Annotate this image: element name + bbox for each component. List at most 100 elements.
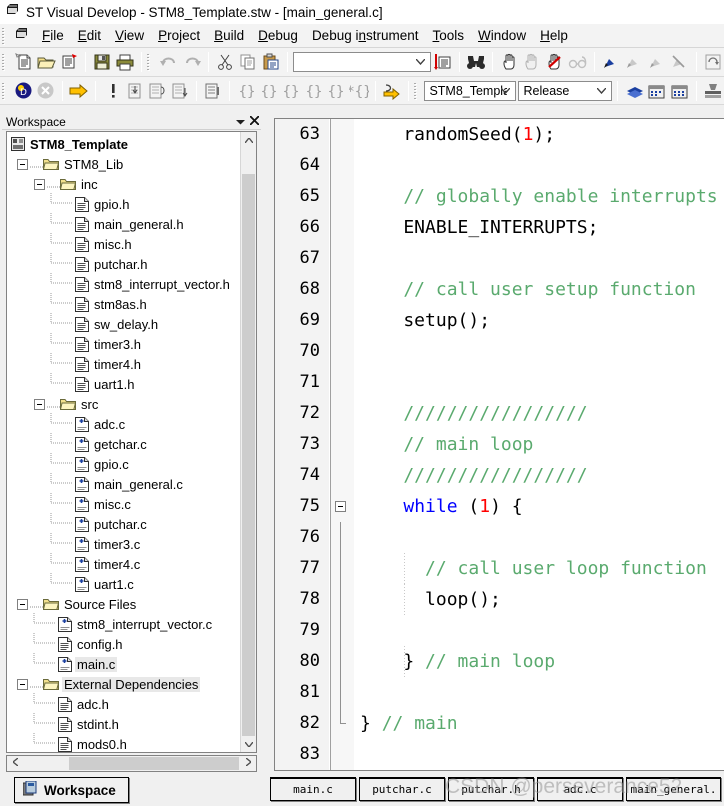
code-line[interactable]: 74 ///////////////// [275,460,724,491]
code-line[interactable]: 65 // globally enable interrupts [275,181,724,212]
code-text[interactable]: ///////////////// [354,460,724,491]
open-folder-icon[interactable] [35,50,58,74]
redo-icon[interactable] [180,50,203,74]
glasses-icon[interactable] [566,50,589,74]
tree-item-main-general-c[interactable]: main_general.c [7,472,240,494]
code-line[interactable]: 78 loop(); [275,584,724,615]
tree-expander-icon[interactable] [34,178,45,190]
brace-4-icon[interactable]: {} [303,79,325,103]
cut-icon[interactable] [214,50,237,74]
tree-item-stm8-interrupt-vector-c[interactable]: stm8_interrupt_vector.c [7,612,240,634]
fold-column[interactable] [330,491,354,522]
tree-item-main-c[interactable]: main.c [7,652,240,674]
chevron-down-icon[interactable] [233,116,247,128]
code-line[interactable]: 81 [275,677,724,708]
code-line[interactable]: 79 [275,615,724,646]
code-line[interactable]: 71 [275,367,724,398]
tree-item-putchar-h[interactable]: putchar.h [7,252,240,274]
tree-scroll-thumb[interactable] [242,174,255,736]
code-text[interactable]: // call user setup function [354,274,724,305]
code-line[interactable]: 70 [275,336,724,367]
code-line[interactable]: 77 // call user loop function [275,553,724,584]
project-combo[interactable]: STM8_Template [424,80,517,101]
fold-column[interactable] [330,243,354,274]
save-icon[interactable] [91,50,114,74]
binoculars-icon[interactable] [465,50,488,74]
tree-item-misc-h[interactable]: misc.h [7,232,240,254]
code-line[interactable]: 83 [275,739,724,770]
code-editor-surface[interactable]: 63 randomSeed(1); 64 65 // globally enabl… [274,118,724,771]
panel-splitter[interactable] [266,114,269,773]
chevron-down-icon[interactable] [593,82,609,100]
bookmark-next-icon[interactable] [623,50,646,74]
copy-icon[interactable] [237,50,260,74]
fold-column[interactable] [330,336,354,367]
fold-column[interactable] [330,212,354,243]
chevron-down-icon[interactable] [497,82,513,100]
tree-expander-icon[interactable] [17,678,28,690]
brace-6-icon[interactable]: *{} [347,79,369,103]
toolbar-gripper-3[interactable] [2,81,10,100]
menu-item-project[interactable]: Project [151,26,207,45]
tree-item-gpio-h[interactable]: gpio.h [7,192,240,214]
hand-icon[interactable] [498,50,521,74]
batch-build-icon[interactable] [668,79,690,103]
code-text[interactable]: ///////////////// [354,398,724,429]
workspace-tab[interactable]: Workspace [14,777,129,803]
code-line[interactable]: 69 setup(); [275,305,724,336]
tree-item-adc-c[interactable]: adc.c [7,412,240,434]
code-line[interactable]: 66 ENABLE_INTERRUPTS; [275,212,724,243]
tree-expander-icon[interactable] [17,598,28,610]
rebuild-all-icon[interactable] [646,79,668,103]
editor-tab-putchar-h[interactable]: putchar.h [448,777,534,801]
fold-column[interactable] [330,150,354,181]
menu-gripper[interactable] [2,26,10,45]
menu-item-help[interactable]: Help [533,26,575,45]
tree-item-external-dependencies[interactable]: External Dependencies [7,674,240,694]
code-text[interactable]: setup(); [354,305,724,336]
tree-item-inc[interactable]: inc [7,174,240,194]
paste-icon[interactable] [259,50,282,74]
find-in-files-icon[interactable] [431,50,454,74]
menu-item-debug-instrument[interactable]: Debug instrument [305,26,426,45]
fold-column[interactable] [330,522,354,553]
code-line[interactable]: 72 ///////////////// [275,398,724,429]
code-line[interactable]: 73 // main loop [275,429,724,460]
step-out-icon[interactable] [169,79,191,103]
editor-tab-putchar-c[interactable]: putchar.c [359,777,445,801]
step-over-icon[interactable] [146,79,168,103]
tree-item-uart1-c[interactable]: uart1.c [7,572,240,594]
chevron-down-icon[interactable] [241,736,256,752]
tree-item-timer3-c[interactable]: timer3.c [7,532,240,554]
fold-column[interactable] [330,584,354,615]
chevron-up-icon[interactable] [241,132,256,148]
code-text[interactable]: loop(); [354,584,724,615]
fold-column[interactable] [330,739,354,770]
fold-column[interactable] [330,398,354,429]
find-combo[interactable] [292,52,432,72]
fold-column[interactable] [330,181,354,212]
tree-item-stm8as-h[interactable]: stm8as.h [7,292,240,314]
workspace-tree[interactable]: STM8_Template STM8_Lib inc gpio.h main_gener… [6,131,257,753]
tree-vertical-scrollbar[interactable] [240,132,256,752]
code-text[interactable]: randomSeed(1); [354,119,724,150]
code-line[interactable]: 82} // main [275,708,724,739]
build-icon[interactable] [623,79,645,103]
code-text[interactable] [354,150,724,181]
code-line[interactable]: 67 [275,243,724,274]
menu-item-build[interactable]: Build [207,26,251,45]
fold-column[interactable] [330,119,354,150]
tree-item-stm8-lib[interactable]: STM8_Lib [7,154,240,174]
code-text[interactable]: } // main loop [354,646,724,677]
code-text[interactable]: // globally enable interrupts [354,181,724,212]
menu-item-debug[interactable]: Debug [251,26,305,45]
brace-5-icon[interactable]: {} [325,79,347,103]
bookmark-toggle-icon[interactable] [600,50,623,74]
bookmark-clear-icon[interactable] [668,50,691,74]
code-text[interactable]: // call user loop function [354,553,724,584]
tree-item-source-files[interactable]: Source Files [7,594,240,614]
compile-icon[interactable] [702,79,724,103]
chevron-down-icon[interactable] [412,53,428,71]
code-text[interactable] [354,243,724,274]
save-as-icon[interactable] [58,50,81,74]
